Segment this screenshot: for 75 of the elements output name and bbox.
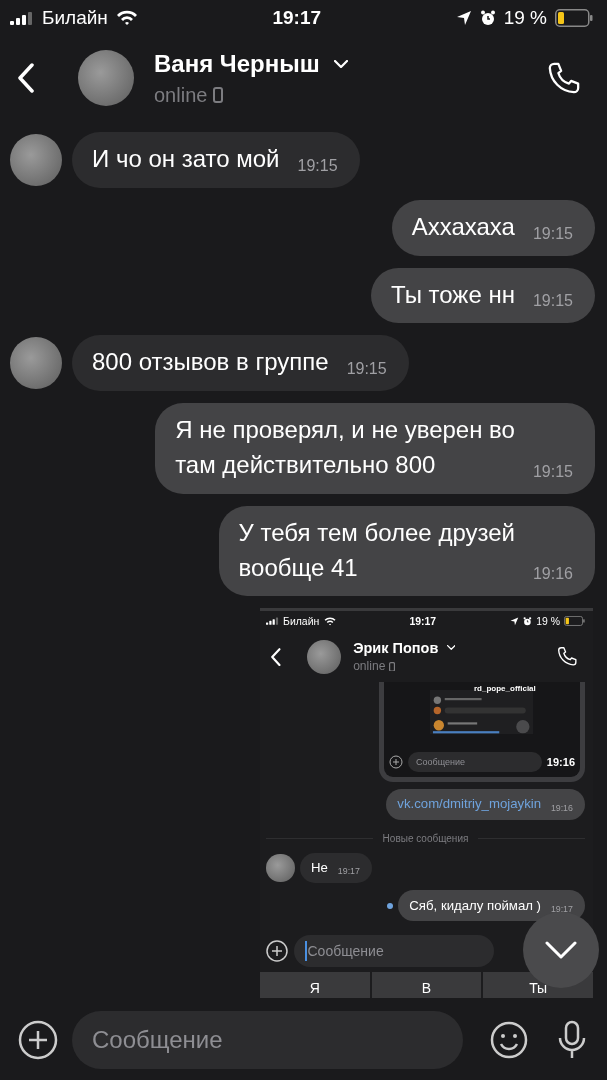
sender-avatar[interactable] (10, 133, 62, 186)
battery-percent: 19 % (503, 7, 547, 29)
carrier-name: Билайн (42, 7, 108, 29)
message-text: И чо он зато мой (92, 144, 280, 174)
sender-avatar[interactable] (10, 337, 62, 390)
signal-icon (10, 11, 34, 25)
chevron-down-icon (545, 941, 577, 959)
message-link[interactable]: vk.com/dmitriy_mojaykin (397, 794, 541, 814)
location-arrow-icon (455, 10, 472, 26)
message-bubble[interactable]: vk.com/dmitriy_mojaykin 19:16 (386, 789, 585, 820)
emoji-icon[interactable] (489, 1020, 529, 1060)
alarm-clock-icon (523, 616, 532, 626)
new-messages-divider: Новые сообщения (382, 832, 469, 844)
clock-time: 19:17 (409, 615, 437, 627)
message-text: Я не проверял, и не уверен во там действительно 800 (175, 415, 515, 480)
message-bubble[interactable]: Не 19:17 (300, 852, 372, 884)
contact-avatar[interactable] (78, 50, 134, 106)
message-time: 19:15 (297, 156, 338, 176)
message-bubble[interactable]: 800 отзывов в группе 19:15 (72, 335, 409, 392)
wifi-icon (323, 616, 336, 626)
phone-device-icon (213, 87, 224, 103)
signal-icon (265, 617, 279, 626)
back-icon[interactable] (270, 647, 281, 666)
contact-avatar[interactable] (307, 639, 342, 674)
add-icon[interactable] (18, 1020, 58, 1060)
message-text: Аххахаха (411, 211, 515, 242)
message-text: 800 отзывов в группе (92, 347, 329, 378)
message-bubble[interactable]: Аххахаха 19:15 (391, 199, 595, 256)
chevron-down-icon[interactable] (333, 59, 348, 68)
sender-avatar[interactable] (266, 853, 295, 883)
online-status: online (154, 83, 208, 107)
plus-icon (389, 755, 403, 769)
chevron-down-icon[interactable] (446, 645, 456, 651)
message-input[interactable]: Сообщение (72, 1011, 463, 1069)
message-time: 19:16 (550, 802, 573, 814)
online-status: online (353, 659, 386, 674)
battery-icon (564, 616, 586, 627)
clock-time: 19:17 (272, 7, 322, 29)
carrier-name: Билайн (283, 615, 320, 627)
back-icon[interactable] (18, 63, 34, 93)
message-text: Сяб, кидалу поймал ) (409, 896, 541, 915)
message-bubble[interactable]: И чо он зато мой 19:15 (72, 132, 360, 188)
alarm-clock-icon (479, 10, 496, 26)
message-text: Ты тоже нн (391, 279, 515, 310)
location-arrow-icon (509, 616, 519, 626)
message-time: 19:15 (532, 462, 573, 482)
message-input[interactable]: Сообщение (294, 935, 494, 968)
message-time: 19:17 (550, 903, 573, 915)
inner-title: rd_pope_official (474, 684, 536, 693)
screenshot-attachment[interactable]: Билайн 19:17 19 % Эрик Попов online rd_pope_official Сообщение 19:16 vk.com/dmitriy_mojaykin 19:16 Новые сообщения Не 19:17 Сяб, кидалу поймал ) 19:17 Сообщение Я В Ты (260, 608, 593, 999)
wifi-icon (115, 10, 138, 26)
message-time: 19:15 (532, 292, 573, 312)
attachment-time: 19:16 (546, 756, 575, 768)
message-time: 19:15 (532, 224, 573, 244)
message-time: 19:17 (337, 866, 360, 878)
message-time: 19:15 (346, 360, 387, 380)
message-text: У тебя тем более друзей вообще 41 (238, 517, 515, 583)
message-text: Не (311, 859, 328, 878)
battery-percent: 19 % (536, 615, 560, 627)
phone-call-icon[interactable] (556, 646, 578, 667)
contact-name[interactable]: Ваня Черныш (154, 49, 320, 78)
message-bubble[interactable]: Ты тоже нн 19:15 (371, 267, 595, 324)
message-time: 19:16 (532, 565, 573, 585)
inner-message-field: Сообщение (408, 752, 542, 772)
keyboard-suggestion[interactable]: В (371, 972, 482, 999)
add-icon[interactable] (266, 940, 288, 963)
keyboard-suggestion[interactable]: Я (260, 972, 370, 999)
phone-call-icon[interactable] (547, 61, 581, 95)
battery-icon (555, 9, 593, 27)
phone-device-icon (389, 661, 396, 672)
microphone-icon[interactable] (557, 1020, 587, 1060)
message-bubble[interactable]: Сяб, кидалу поймал ) 19:17 (398, 890, 585, 922)
contact-name[interactable]: Эрик Попов (353, 639, 439, 656)
message-bubble[interactable]: Я не проверял, и не уверен во там действительно 800 19:15 (155, 403, 595, 494)
message-bubble[interactable]: У тебя тем более друзей вообще 41 19:16 (218, 505, 595, 597)
